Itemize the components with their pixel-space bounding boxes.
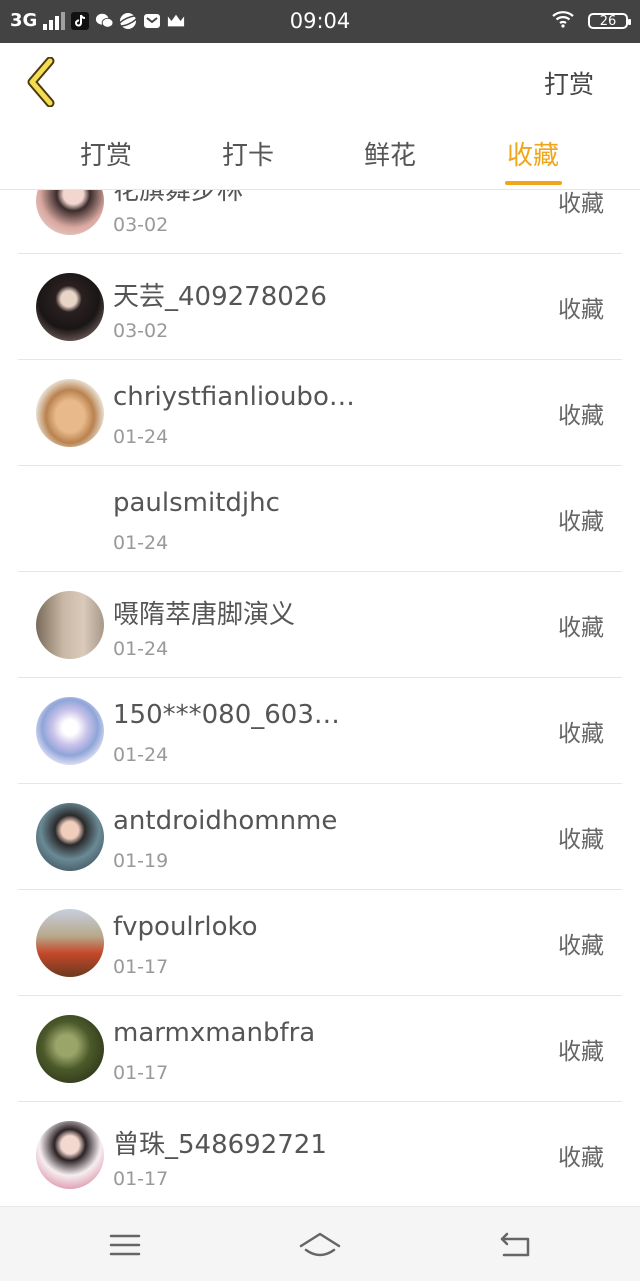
list-item[interactable]: marmxmanbfra 01-17 收藏 xyxy=(18,996,622,1102)
tab-reward[interactable]: 打赏 xyxy=(56,135,156,172)
user-name: 曾珠_548692721 xyxy=(113,1130,327,1160)
avatar xyxy=(36,1121,104,1189)
tab-flowers[interactable]: 鲜花 xyxy=(340,135,440,172)
wifi-icon xyxy=(552,10,574,32)
active-tab-indicator xyxy=(505,181,562,185)
avatar xyxy=(36,273,104,341)
user-name: 天芸_409278026 xyxy=(113,282,327,312)
list-item[interactable]: 150***080_603… 01-24 收藏 xyxy=(18,678,622,784)
tab-favorites[interactable]: 收藏 xyxy=(483,135,583,172)
favorite-label: 收藏 xyxy=(558,191,604,217)
favorite-date: 01-17 xyxy=(113,956,169,978)
favorite-date: 01-19 xyxy=(113,850,169,872)
user-name: 150***080_603… xyxy=(113,700,340,730)
favorite-label: 收藏 xyxy=(558,297,604,323)
favorite-date: 01-24 xyxy=(113,638,169,660)
menu-button[interactable] xyxy=(95,1225,155,1265)
favorite-date: 01-24 xyxy=(113,532,169,554)
chevron-left-icon xyxy=(27,56,55,108)
user-name: 嗫隋萃唐脚演义 xyxy=(113,600,296,630)
favorite-date: 01-17 xyxy=(113,1168,169,1190)
system-nav-bar xyxy=(0,1206,640,1281)
avatar xyxy=(36,1015,104,1083)
favorite-date: 03-02 xyxy=(113,214,169,236)
favorite-label: 收藏 xyxy=(558,1039,604,1065)
battery-indicator: 26 xyxy=(588,13,631,29)
favorite-label: 收藏 xyxy=(558,827,604,853)
favorite-date: 01-17 xyxy=(113,1062,169,1084)
favorite-label: 收藏 xyxy=(558,933,604,959)
status-time: 09:04 xyxy=(289,9,351,33)
favorites-list[interactable]: 花旗舞步林 03-02 收藏 天芸_409278026 03-02 收藏 chr… xyxy=(18,190,622,1206)
list-item[interactable]: 嗫隋萃唐脚演义 01-24 收藏 xyxy=(18,572,622,678)
tab-checkin[interactable]: 打卡 xyxy=(198,135,298,172)
avatar xyxy=(36,379,104,447)
avatar xyxy=(36,803,104,871)
list-content: 花旗舞步林 03-02 收藏 天芸_409278026 03-02 收藏 chr… xyxy=(18,190,622,1206)
user-name: antdroidhomnme xyxy=(113,806,338,836)
tab-bar: 打赏 打卡 鲜花 收藏 xyxy=(0,123,640,190)
favorite-date: 01-24 xyxy=(113,426,169,448)
list-item[interactable]: 花旗舞步林 03-02 收藏 xyxy=(18,190,622,254)
user-name: chriystfianlioubo… xyxy=(113,382,355,412)
favorite-date: 03-02 xyxy=(113,320,169,342)
menu-icon xyxy=(109,1234,141,1256)
list-item[interactable]: paulsmitdjhc 01-24 收藏 xyxy=(18,466,622,572)
back-button[interactable] xyxy=(24,56,64,108)
avatar xyxy=(36,909,104,977)
reward-button[interactable]: 打赏 xyxy=(544,65,594,101)
avatar xyxy=(36,591,104,659)
home-button[interactable] xyxy=(290,1225,350,1265)
favorite-label: 收藏 xyxy=(558,509,604,535)
list-item[interactable]: antdroidhomnme 01-19 收藏 xyxy=(18,784,622,890)
list-item[interactable]: 曾珠_548692721 01-17 收藏 xyxy=(18,1102,622,1206)
avatar xyxy=(36,485,104,553)
status-right: 26 xyxy=(552,10,631,32)
favorite-date: 01-24 xyxy=(113,744,169,766)
user-name: 花旗舞步林 xyxy=(113,190,244,206)
user-name: marmxmanbfra xyxy=(113,1018,316,1048)
list-item[interactable]: 天芸_409278026 03-02 收藏 xyxy=(18,254,622,360)
user-name: fvpoulrloko xyxy=(113,912,258,942)
favorite-label: 收藏 xyxy=(558,615,604,641)
back-nav-button[interactable] xyxy=(485,1225,545,1265)
list-item[interactable]: fvpoulrloko 01-17 收藏 xyxy=(18,890,622,996)
avatar xyxy=(36,697,104,765)
favorite-label: 收藏 xyxy=(558,403,604,429)
favorite-label: 收藏 xyxy=(558,1145,604,1171)
list-item[interactable]: chriystfianlioubo… 01-24 收藏 xyxy=(18,360,622,466)
header: 打赏 xyxy=(0,43,640,123)
status-bar: 3G 09:04 26 xyxy=(0,0,640,43)
favorite-label: 收藏 xyxy=(558,721,604,747)
back-icon xyxy=(500,1232,530,1257)
user-name: paulsmitdjhc xyxy=(113,488,280,518)
home-icon xyxy=(299,1232,341,1257)
battery-level: 26 xyxy=(599,13,617,29)
avatar xyxy=(36,190,104,235)
